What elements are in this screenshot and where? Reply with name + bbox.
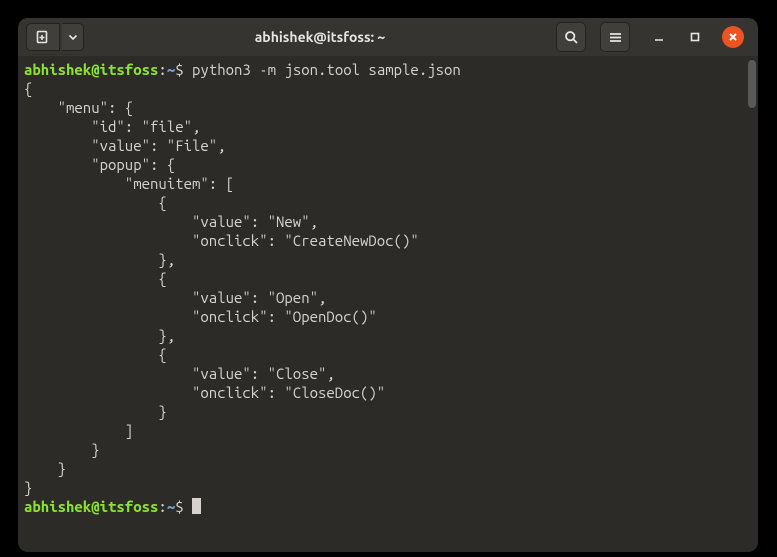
prompt-path: ~ <box>167 498 175 515</box>
titlebar: abhishek@itsfoss: ~ <box>18 18 758 56</box>
hamburger-menu-button[interactable] <box>600 22 630 52</box>
prompt-line-2: abhishek@itsfoss:~$ <box>24 497 756 516</box>
titlebar-right-group <box>556 22 750 52</box>
new-tab-button[interactable] <box>26 23 60 51</box>
new-tab-icon <box>35 29 51 45</box>
chevron-down-icon <box>68 32 78 42</box>
minimize-icon <box>653 31 665 43</box>
cursor <box>192 498 201 514</box>
close-icon <box>728 32 738 42</box>
titlebar-left-group <box>26 23 84 51</box>
prompt-user-host: abhishek@itsfoss <box>24 498 158 515</box>
prompt-separator: : <box>158 498 166 515</box>
window-controls <box>650 26 744 48</box>
prompt-separator: : <box>158 61 166 78</box>
window-title: abhishek@itsfoss: ~ <box>88 29 552 45</box>
maximize-button[interactable] <box>686 28 704 46</box>
maximize-icon <box>689 31 701 43</box>
search-icon <box>564 30 579 45</box>
prompt-line-1: abhishek@itsfoss:~$ python3 -m json.tool… <box>24 60 756 79</box>
scrollbar-thumb[interactable] <box>748 60 756 108</box>
prompt-symbol: $ <box>175 61 183 78</box>
terminal-window: abhishek@itsfoss: ~ <box>18 18 758 552</box>
hamburger-icon <box>608 30 623 45</box>
terminal-body[interactable]: abhishek@itsfoss:~$ python3 -m json.tool… <box>18 56 758 552</box>
close-button[interactable] <box>722 26 744 48</box>
prompt-symbol: $ <box>175 498 183 515</box>
minimize-button[interactable] <box>650 28 668 46</box>
new-tab-dropdown-button[interactable] <box>62 23 84 51</box>
search-button[interactable] <box>556 22 586 52</box>
command-output: { "menu": { "id": "file", "value": "File… <box>24 79 756 497</box>
command-text: python3 -m json.tool sample.json <box>184 61 461 78</box>
prompt-path: ~ <box>167 61 175 78</box>
prompt-user-host: abhishek@itsfoss <box>24 61 158 78</box>
